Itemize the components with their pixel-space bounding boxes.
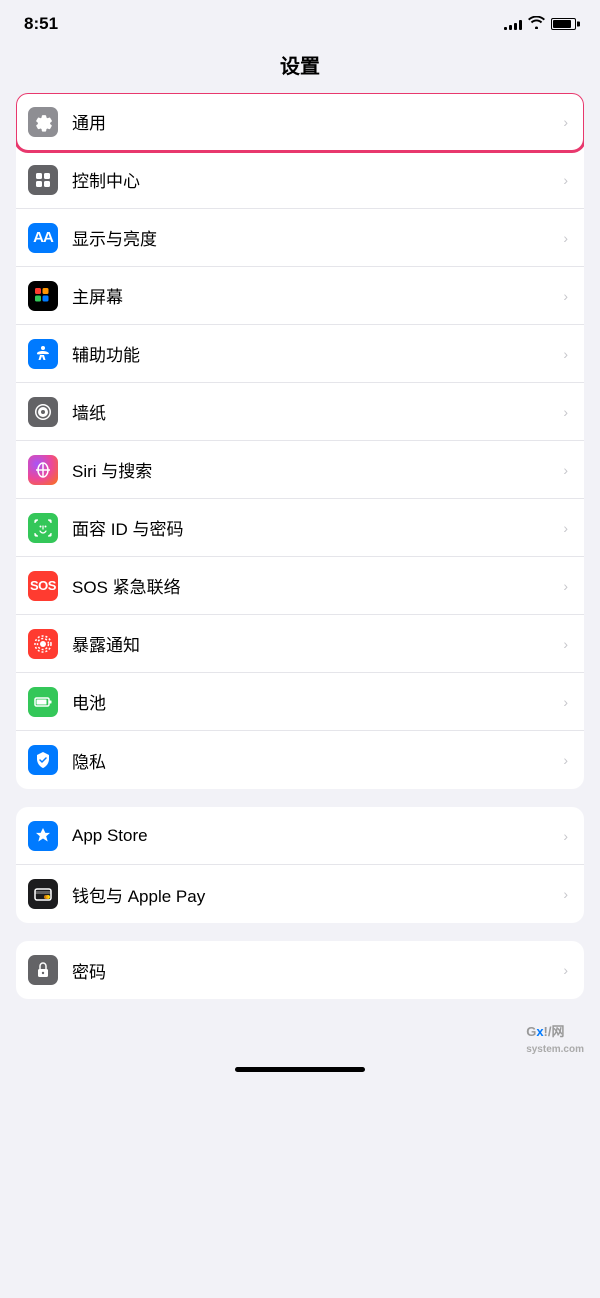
accessibility-label: 辅助功能 [72,341,555,366]
settings-section-2: App Store › 钱包与 Apple Pay › [0,807,600,923]
chevron-icon: › [563,886,568,902]
status-time: 8:51 [24,14,58,34]
gear-icon [28,107,58,137]
settings-item-privacy[interactable]: 隐私 › [16,731,584,789]
page-title: 设置 [0,42,600,93]
appstore-icon [28,821,58,851]
battery-icon [28,687,58,717]
chevron-icon: › [563,520,568,536]
settings-section-1: 通用 › 控制中心 › AA 显示与亮度 › [0,93,600,789]
sos-label: SOS 紧急联络 [72,573,555,598]
passwords-label: 密码 [72,958,555,983]
chevron-icon: › [563,288,568,304]
privacy-label: 隐私 [72,748,555,773]
settings-item-control-center[interactable]: 控制中心 › [16,151,584,209]
settings-list-2: App Store › 钱包与 Apple Pay › [16,807,584,923]
chevron-icon: › [563,172,568,188]
control-center-icon [28,165,58,195]
home-screen-label: 主屏幕 [72,283,555,308]
wifi-icon [528,16,545,32]
home-bar [235,1067,365,1072]
settings-list-3: 密码 › [16,941,584,999]
chevron-icon: › [563,828,568,844]
settings-item-siri[interactable]: Siri 与搜索 › [16,441,584,499]
general-label: 通用 [72,109,555,134]
settings-item-wallpaper[interactable]: 墙纸 › [16,383,584,441]
settings-item-passwords[interactable]: 密码 › [16,941,584,999]
sos-icon: SOS [28,571,58,601]
settings-item-battery[interactable]: 电池 › [16,673,584,731]
settings-item-sos[interactable]: SOS SOS 紧急联络 › [16,557,584,615]
display-icon: AA [28,223,58,253]
settings-item-appstore[interactable]: App Store › [16,807,584,865]
chevron-icon: › [563,752,568,768]
control-center-label: 控制中心 [72,167,555,192]
wallpaper-icon [28,397,58,427]
settings-item-accessibility[interactable]: 辅助功能 › [16,325,584,383]
chevron-icon: › [563,462,568,478]
siri-icon [28,455,58,485]
settings-section-3: 密码 › [0,941,600,999]
watermark: Gx!/网system.com [0,1017,600,1059]
settings-item-exposure[interactable]: 暴露通知 › [16,615,584,673]
home-indicator [0,1059,600,1080]
chevron-icon: › [563,694,568,710]
settings-item-home-screen[interactable]: 主屏幕 › [16,267,584,325]
display-label: 显示与亮度 [72,225,555,250]
siri-label: Siri 与搜索 [72,457,555,482]
battery-label: 电池 [72,689,555,714]
battery-status-icon [551,18,576,30]
status-bar: 8:51 [0,0,600,42]
settings-list-1: 通用 › 控制中心 › AA 显示与亮度 › [16,93,584,789]
home-screen-icon [28,281,58,311]
chevron-icon: › [563,636,568,652]
accessibility-icon [28,339,58,369]
passwords-icon [28,955,58,985]
privacy-icon [28,745,58,775]
faceid-label: 面容 ID 与密码 [72,515,555,540]
status-icons [504,16,576,32]
wallet-icon [28,879,58,909]
settings-item-display[interactable]: AA 显示与亮度 › [16,209,584,267]
wallpaper-label: 墙纸 [72,399,555,424]
wallet-label: 钱包与 Apple Pay [72,882,555,907]
chevron-icon: › [563,346,568,362]
appstore-label: App Store [72,826,555,846]
exposure-label: 暴露通知 [72,631,555,656]
chevron-icon: › [563,404,568,420]
faceid-icon [28,513,58,543]
exposure-icon [28,629,58,659]
signal-icon [504,18,522,30]
settings-item-faceid[interactable]: 面容 ID 与密码 › [16,499,584,557]
settings-item-general[interactable]: 通用 › [16,93,584,151]
chevron-icon: › [563,230,568,246]
chevron-icon: › [563,114,568,130]
watermark-text: Gx!/网system.com [526,1021,584,1055]
settings-item-wallet[interactable]: 钱包与 Apple Pay › [16,865,584,923]
chevron-icon: › [563,578,568,594]
chevron-icon: › [563,962,568,978]
